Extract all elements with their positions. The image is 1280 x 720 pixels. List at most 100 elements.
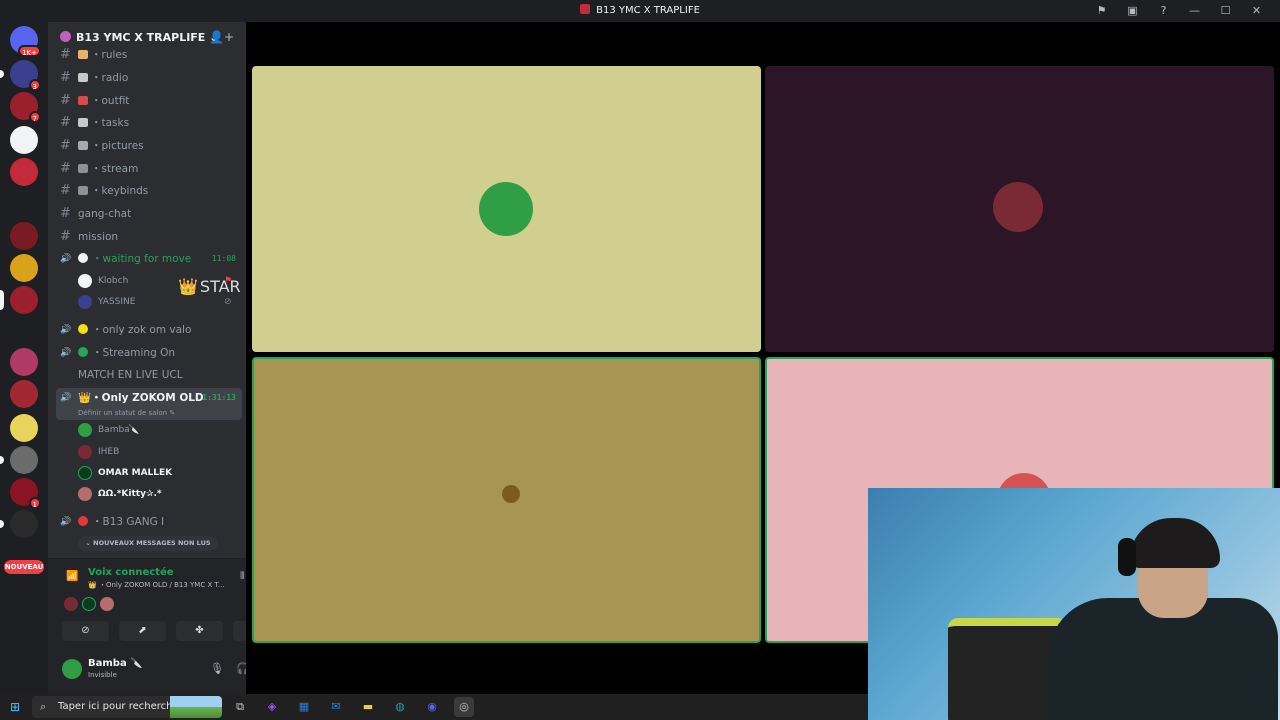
server-icon[interactable] bbox=[0, 446, 38, 474]
unread-badge: 3 bbox=[28, 79, 41, 91]
server-icon[interactable] bbox=[10, 190, 38, 218]
taskbar-search[interactable]: ⌕ Taper ici pour rechercher bbox=[32, 696, 222, 718]
activities-button[interactable]: ✤ bbox=[176, 621, 223, 641]
role-tag: 👑 STAR bbox=[178, 277, 241, 296]
help-icon[interactable]: ? bbox=[1148, 3, 1179, 19]
mail-icon[interactable]: ✉ bbox=[326, 697, 346, 717]
discord-icon[interactable]: ◉ bbox=[422, 697, 442, 717]
server-icon[interactable] bbox=[10, 126, 38, 154]
user-avatar[interactable] bbox=[62, 659, 82, 679]
user-name: OMAR MALLEK bbox=[98, 468, 173, 478]
obs-icon[interactable]: ◎ bbox=[454, 697, 474, 717]
server-icon[interactable] bbox=[0, 286, 38, 314]
voice-channel-path[interactable]: 👑 ・Only ZOKOM OLD / B13 YMC X T... bbox=[88, 580, 225, 590]
speaker-icon: 🔊 bbox=[60, 325, 72, 335]
taskbar-apps: ⧉ ◈ ▦ ✉ ▬ ◍ ◉ ◎ bbox=[230, 697, 474, 717]
channel-label: Streaming On bbox=[102, 347, 176, 359]
user-panel: Bamba 🔪 Invisible 🎙🎧⚙ bbox=[48, 650, 272, 694]
edge-icon[interactable]: ◍ bbox=[390, 697, 410, 717]
user-name[interactable]: Bamba 🔪 bbox=[88, 658, 143, 669]
channel-label: radio bbox=[101, 72, 129, 84]
call-duration: 11:08 bbox=[211, 254, 236, 263]
new-servers-badge[interactable]: NOUVEAU bbox=[4, 560, 44, 574]
voice-channel[interactable]: 🔊 ・Streaming On bbox=[56, 343, 242, 363]
server-icon[interactable] bbox=[10, 254, 38, 282]
server-icon[interactable] bbox=[10, 414, 38, 442]
channel-pictures[interactable]: # ・pictures bbox=[56, 136, 242, 156]
server-icon[interactable] bbox=[0, 510, 38, 538]
user-name: IHEB bbox=[98, 447, 120, 457]
server-icon[interactable]: 1 bbox=[10, 478, 41, 509]
avatar bbox=[78, 295, 92, 309]
channel-emoji-icon bbox=[78, 186, 88, 195]
channel-radio[interactable]: # ・radio bbox=[56, 68, 242, 88]
window-controls: ⚑ ▣? — ☐ ✕ bbox=[1086, 3, 1272, 19]
voice-channel-gang[interactable]: 🔊 ・B13 GANG I bbox=[56, 512, 242, 532]
voice-status[interactable]: Voix connectée bbox=[88, 567, 174, 578]
hash-icon: # bbox=[60, 229, 71, 244]
channel-tasks[interactable]: # ・tasks bbox=[56, 113, 242, 133]
channel-emoji-icon bbox=[78, 73, 88, 82]
avatar bbox=[78, 274, 92, 288]
avatar[interactable] bbox=[82, 597, 96, 611]
camera-off-button[interactable]: ⊘ bbox=[62, 621, 109, 641]
maximize-button[interactable]: ☐ bbox=[1210, 3, 1241, 19]
task-view-icon[interactable]: ⧉ bbox=[230, 697, 250, 717]
participant-tile[interactable] bbox=[252, 357, 761, 643]
server-icon[interactable] bbox=[10, 348, 38, 376]
user-name: ΩΩ.*Kitty✰.* bbox=[98, 489, 162, 499]
channel-outfit[interactable]: # ・outfit bbox=[56, 91, 242, 111]
minimize-button[interactable]: — bbox=[1179, 3, 1210, 19]
category-match-live[interactable]: MATCH EN LIVE UCL bbox=[56, 365, 242, 385]
server-icon[interactable] bbox=[10, 380, 38, 408]
hash-icon: # bbox=[60, 183, 71, 198]
server-icon[interactable]: 3 bbox=[0, 60, 41, 91]
invite-people-icon[interactable]: 👤+ bbox=[209, 30, 234, 44]
avatar bbox=[78, 487, 92, 501]
search-icon: ⌕ bbox=[40, 700, 47, 713]
avatar bbox=[78, 466, 92, 480]
participant-tile[interactable] bbox=[252, 66, 761, 352]
status-circle-icon bbox=[78, 253, 88, 263]
unread-badge: 1K+ bbox=[18, 45, 41, 57]
avatar bbox=[78, 445, 92, 459]
server-icon[interactable] bbox=[10, 158, 38, 186]
server-icon[interactable]: 7 bbox=[10, 92, 41, 123]
voice-channel[interactable]: 🔊 ・only zok om valo bbox=[56, 320, 242, 340]
role-tag-text: STAR bbox=[199, 277, 241, 296]
participant-tile[interactable] bbox=[765, 66, 1274, 352]
signal-icon[interactable]: 📶 bbox=[66, 571, 78, 582]
separator: ・ bbox=[91, 163, 102, 175]
avatar[interactable] bbox=[64, 597, 78, 611]
user-status: Invisible bbox=[88, 671, 117, 679]
channel-keybinds[interactable]: # ・keybinds bbox=[56, 181, 242, 201]
channel-emoji-icon bbox=[78, 164, 88, 173]
channel-rules[interactable]: # ・rules bbox=[56, 45, 242, 65]
close-button[interactable]: ✕ bbox=[1241, 3, 1272, 19]
avatar bbox=[78, 423, 92, 437]
server-name[interactable]: B13 YMC X TRAPLIFE ⌄ bbox=[60, 31, 218, 44]
inbox-icon[interactable]: ⚑ bbox=[1086, 3, 1117, 19]
server-icon[interactable]: 1K+ bbox=[10, 26, 41, 57]
channel-stream[interactable]: # ・stream bbox=[56, 159, 242, 179]
noise-suppression-icon[interactable]: ⦀ bbox=[240, 571, 244, 582]
explorer-icon[interactable]: ▬ bbox=[358, 697, 378, 717]
avatar[interactable] bbox=[100, 597, 114, 611]
speaker-icon: 🔊 bbox=[60, 393, 72, 403]
mic-icon[interactable]: 🎙 bbox=[210, 662, 224, 675]
screen-share-button[interactable]: ⬈ bbox=[119, 621, 166, 641]
avatar bbox=[993, 182, 1043, 232]
voice-channel-waiting[interactable]: 🔊 ・waiting for move 11:08 bbox=[56, 249, 242, 269]
status-circle-icon bbox=[78, 516, 88, 526]
channel-gang-chat[interactable]: # gang-chat bbox=[56, 204, 242, 224]
new-messages-banner[interactable]: ⌄ NOUVEAUX MESSAGES NON LUS bbox=[78, 536, 218, 551]
server-icon[interactable] bbox=[10, 222, 38, 250]
store-icon[interactable]: ▦ bbox=[294, 697, 314, 717]
screen-icon[interactable]: ▣ bbox=[1117, 3, 1148, 19]
channel-mission[interactable]: # mission bbox=[56, 227, 242, 247]
windows-start-icon[interactable]: ⊞ bbox=[10, 700, 20, 714]
voice-channel-active[interactable]: 🔊 👑・Only ZOKOM OLD 1:31:13 Définir un statu… bbox=[56, 388, 242, 420]
copilot-icon[interactable]: ◈ bbox=[262, 697, 282, 717]
channel-label: keybinds bbox=[101, 185, 149, 197]
server-icon[interactable] bbox=[10, 316, 38, 344]
